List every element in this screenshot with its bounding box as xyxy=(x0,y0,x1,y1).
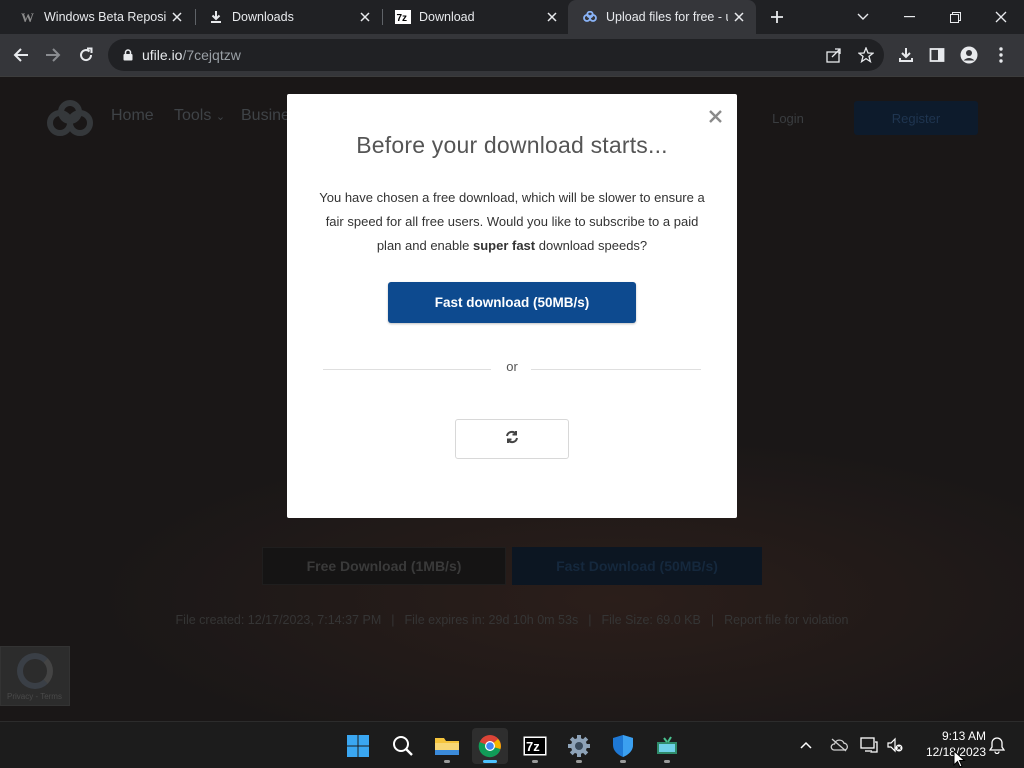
system-clock[interactable]: 9:13 AM 12/18/2023 xyxy=(912,728,986,760)
tab-download-7zip[interactable]: 7z Download xyxy=(375,0,569,34)
clock-date: 12/18/2023 xyxy=(925,745,986,759)
running-indicator xyxy=(444,760,450,763)
windows-security-icon[interactable] xyxy=(605,728,641,764)
tab-title: Downloads xyxy=(232,10,294,24)
mouse-cursor-icon xyxy=(953,749,967,768)
tab-title: Upload files for free - u xyxy=(606,10,728,24)
close-tab-icon[interactable] xyxy=(354,6,376,28)
restore-icon[interactable] xyxy=(932,0,978,34)
reload-icon[interactable] xyxy=(71,40,101,70)
nav-home[interactable]: Home xyxy=(111,107,154,125)
search-icon[interactable] xyxy=(385,728,421,764)
settings-icon[interactable] xyxy=(561,728,597,764)
back-icon[interactable] xyxy=(6,40,36,70)
nav-tools-label: Tools xyxy=(174,107,212,124)
minimize-icon[interactable] xyxy=(886,0,932,34)
register-button[interactable]: Register xyxy=(854,101,978,135)
modal-title: Before your download starts... xyxy=(356,132,668,158)
or-label: or xyxy=(506,359,518,374)
lock-icon[interactable] xyxy=(120,47,136,63)
download-modal: Before your download starts... You have … xyxy=(287,94,737,518)
ufile-logo-icon[interactable] xyxy=(46,99,94,139)
recaptcha-badge[interactable]: Privacy - Terms xyxy=(0,646,70,706)
taskbar: 7z 9:13 AM 12/18/2023 xyxy=(0,721,1024,768)
onedrive-icon[interactable] xyxy=(828,734,850,756)
url-text: ufile.io/7cejqtzw xyxy=(142,47,241,63)
svg-text:7z: 7z xyxy=(397,13,408,24)
close-window-icon[interactable] xyxy=(978,0,1024,34)
address-bar[interactable]: ufile.io/7cejqtzw xyxy=(108,39,884,71)
running-indicator xyxy=(576,760,582,763)
file-expires: File expires in: 29d 10h 0m 53s xyxy=(404,613,579,627)
nav-tools[interactable]: Tools ⌄ xyxy=(174,107,225,125)
modal-body-text-end: download speeds? xyxy=(535,238,648,253)
menu-kebab-icon[interactable] xyxy=(986,40,1016,70)
url-path: /7cejqtzw xyxy=(182,47,241,63)
7zip-icon: 7z xyxy=(395,9,411,25)
network-icon[interactable] xyxy=(858,734,880,756)
refresh-icon xyxy=(505,430,519,449)
new-tab-icon[interactable] xyxy=(764,5,790,29)
tab-title: Windows Beta Reposito xyxy=(44,10,166,24)
side-panel-icon[interactable] xyxy=(922,40,952,70)
7zip-icon[interactable]: 7z xyxy=(517,728,553,764)
volume-muted-icon[interactable] xyxy=(884,734,906,756)
running-indicator xyxy=(620,760,626,763)
notification-bell-icon[interactable] xyxy=(986,734,1008,756)
running-indicator xyxy=(483,760,497,763)
recaptcha-text: Privacy - Terms xyxy=(7,692,62,701)
close-tab-icon[interactable] xyxy=(166,6,188,28)
svg-text:W: W xyxy=(21,10,34,25)
running-indicator xyxy=(532,760,538,763)
forward-icon[interactable] xyxy=(38,40,68,70)
downloads-icon[interactable] xyxy=(891,40,921,70)
close-tab-icon[interactable] xyxy=(728,6,750,28)
tab-strip: W Windows Beta Reposito Downloads 7z Dow… xyxy=(0,0,1024,34)
browser-toolbar: ufile.io/7cejqtzw xyxy=(0,34,1024,77)
tab-downloads[interactable]: Downloads xyxy=(188,0,382,34)
tab-ufile-upload[interactable]: Upload files for free - u xyxy=(568,0,756,34)
tab-search-chevron-icon[interactable] xyxy=(840,0,886,34)
loading-button[interactable] xyxy=(455,419,569,459)
share-icon[interactable] xyxy=(822,43,846,67)
close-tab-icon[interactable] xyxy=(541,6,563,28)
profile-avatar-icon[interactable] xyxy=(954,40,984,70)
file-meta: File created: 12/17/2023, 7:14:37 PM | Fil… xyxy=(175,613,849,627)
free-download-button[interactable]: Free Download (1MB/s) xyxy=(262,547,506,585)
show-hidden-icons-chevron-icon[interactable] xyxy=(795,734,817,756)
wordpress-icon: W xyxy=(20,9,36,25)
app-icon[interactable] xyxy=(649,728,685,764)
start-icon[interactable] xyxy=(340,728,376,764)
nav-business[interactable]: Busine xyxy=(241,107,290,125)
file-created: File created: 12/17/2023, 7:14:37 PM xyxy=(175,613,382,627)
report-link[interactable]: Report file for violation xyxy=(724,613,848,627)
bookmark-star-icon[interactable] xyxy=(854,43,878,67)
url-host: ufile.io xyxy=(142,47,183,63)
file-explorer-icon[interactable] xyxy=(429,728,465,764)
screen: W Windows Beta Reposito Downloads 7z Dow… xyxy=(0,0,1024,768)
tab-windows-beta[interactable]: W Windows Beta Reposito xyxy=(0,0,194,34)
running-indicator xyxy=(664,760,670,763)
clock-time: 9:13 AM xyxy=(941,729,986,743)
modal-body: You have chosen a free download, which w… xyxy=(319,186,705,258)
recaptcha-icon xyxy=(17,653,53,689)
fast-download-button[interactable]: Fast Download (50MB/s) xyxy=(512,547,762,585)
tab-title: Download xyxy=(419,10,475,24)
svg-text:7z: 7z xyxy=(526,739,540,754)
chrome-icon[interactable] xyxy=(472,728,508,764)
ufile-icon xyxy=(582,9,598,25)
chevron-down-icon: ⌄ xyxy=(215,111,226,123)
file-size: File Size: 69.0 KB xyxy=(601,613,701,627)
login-button[interactable]: Login xyxy=(746,101,830,135)
modal-body-bold: super fast xyxy=(472,238,536,253)
divider-right xyxy=(531,369,701,370)
download-icon xyxy=(208,9,224,25)
fast-download-modal-button[interactable]: Fast download (50MB/s) xyxy=(388,282,636,323)
close-icon[interactable] xyxy=(705,106,725,126)
